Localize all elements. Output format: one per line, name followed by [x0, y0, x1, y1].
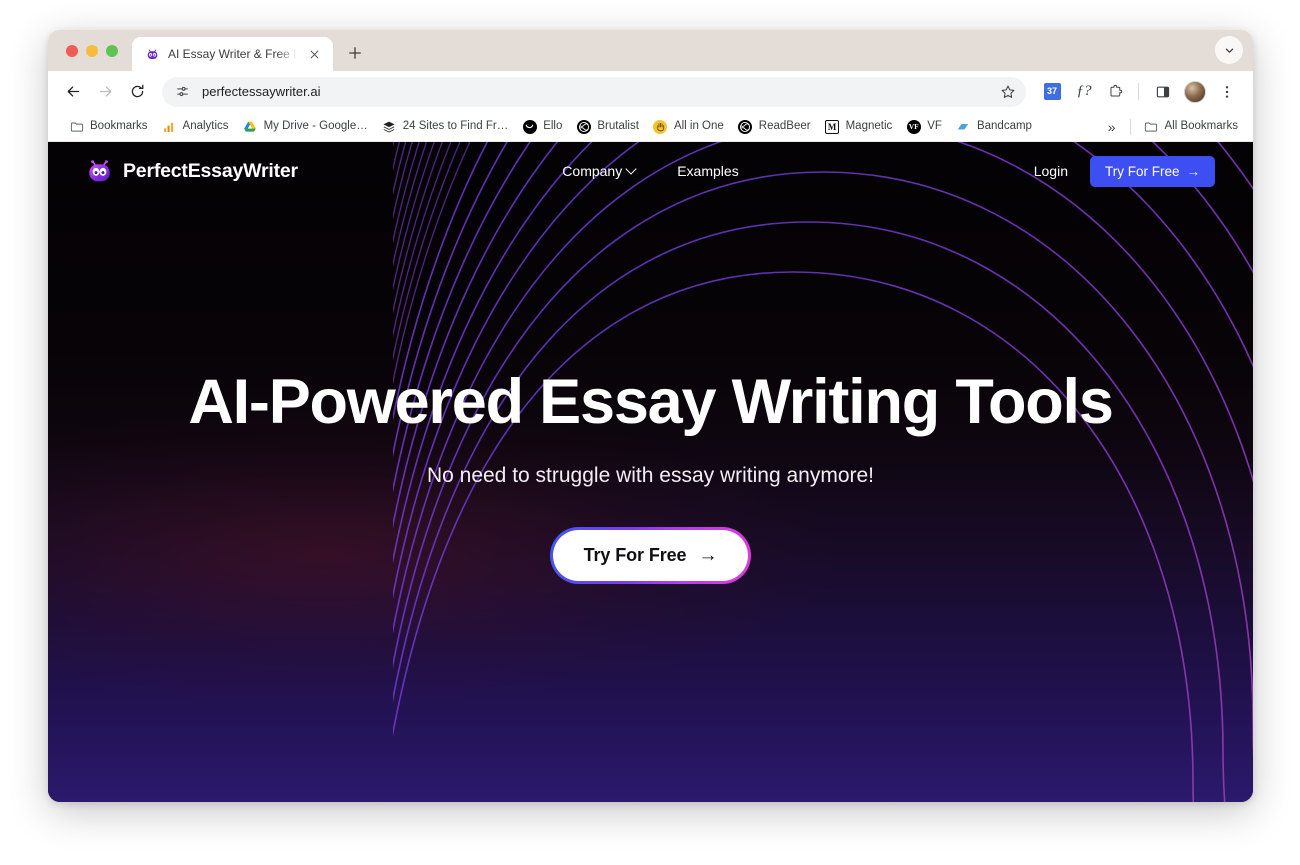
bookmark-label: VF — [927, 119, 942, 132]
bookmark-item-brutalist[interactable]: Brutalist — [569, 116, 646, 137]
close-tab-icon[interactable] — [305, 45, 323, 63]
bookmarks-divider — [1129, 118, 1131, 135]
page-viewport: PerfectEssayWriter Company Examples Logi… — [48, 142, 1253, 802]
browser-toolbar: perfectessaywriter.ai 37 ƒ? — [48, 71, 1253, 112]
chevron-down-icon[interactable] — [1215, 36, 1243, 64]
avatar[interactable] — [1181, 78, 1209, 106]
bookmark-item-readbeer[interactable]: ReadBeer — [731, 116, 818, 137]
browser-tab[interactable]: AI Essay Writer & Free Essay — [132, 37, 333, 71]
login-link[interactable]: Login — [1034, 163, 1068, 179]
all-bookmarks-button[interactable]: All Bookmarks — [1137, 116, 1246, 137]
extension-icon[interactable] — [1102, 78, 1130, 106]
drive-icon — [243, 119, 258, 134]
minimize-window-button[interactable] — [86, 44, 98, 57]
bookmark-item-24-sites[interactable]: 24 Sites to Find Fr… — [375, 116, 515, 137]
extension-badge-37-icon[interactable]: 37 — [1038, 78, 1066, 106]
hero-cta-container: Try For Free → — [48, 527, 1253, 585]
globe-icon — [738, 119, 753, 134]
header-cta-label: Try For Free — [1104, 163, 1180, 179]
reload-button[interactable] — [122, 77, 152, 107]
maximize-window-button[interactable] — [106, 44, 118, 57]
folder-icon — [69, 119, 84, 134]
bookmarks-bar: Bookmarks Analytics My Drive - Google… 2… — [48, 112, 1253, 142]
bandcamp-icon — [956, 119, 971, 134]
bookmark-label: ReadBeer — [758, 119, 811, 132]
brand-name: PerfectEssayWriter — [123, 159, 298, 182]
arrow-right-icon: → — [1186, 163, 1201, 179]
url-text[interactable]: perfectessaywriter.ai — [202, 84, 996, 99]
bookmark-star-icon[interactable] — [996, 80, 1020, 104]
nav-item-company[interactable]: Company — [562, 163, 637, 179]
hero-cta-label: Try For Free — [583, 545, 687, 566]
address-bar[interactable]: perfectessaywriter.ai — [162, 76, 1026, 107]
bookmark-item-analytics[interactable]: Analytics — [155, 116, 236, 137]
bookmark-label: Bandcamp — [976, 119, 1032, 132]
bookmark-item-my-drive[interactable]: My Drive - Google… — [236, 116, 375, 137]
hero-subtitle: No need to struggle with essay writing a… — [426, 464, 875, 488]
bookmark-label: Ello — [543, 119, 563, 132]
bookmark-label: Analytics — [182, 119, 229, 132]
hero-section: AI-Powered Essay Writing Tools No need t… — [48, 200, 1253, 585]
m-icon: M — [825, 119, 840, 134]
hero-try-for-free-button[interactable]: Try For Free → — [550, 527, 751, 585]
toolbar-divider — [1138, 83, 1139, 100]
nav-item-examples[interactable]: Examples — [677, 163, 738, 179]
globe-icon — [576, 119, 591, 134]
function-query-icon[interactable]: ƒ? — [1070, 78, 1098, 106]
site-logo[interactable]: PerfectEssayWriter — [86, 158, 298, 185]
bookmark-label: Bookmarks — [90, 119, 148, 132]
bookmark-item-bandcamp[interactable]: Bandcamp — [949, 116, 1039, 137]
all-bookmarks-label: All Bookmarks — [1164, 119, 1239, 132]
site-header: PerfectEssayWriter Company Examples Logi… — [48, 142, 1253, 200]
bookmarks-overflow-button[interactable]: » — [1100, 117, 1124, 137]
nav-item-label: Company — [562, 163, 623, 179]
vf-icon: VF — [906, 119, 921, 134]
ello-icon — [522, 119, 537, 134]
tab-title: AI Essay Writer & Free Essay — [168, 47, 297, 61]
header-actions: Login Try For Free → — [1034, 155, 1215, 187]
hand-icon — [653, 119, 668, 134]
window-traffic-lights — [62, 30, 128, 71]
bookmark-label: 24 Sites to Find Fr… — [402, 119, 509, 132]
bookmark-label: All in One — [673, 119, 724, 132]
bookmark-label: Brutalist — [597, 119, 639, 132]
bookmark-item-ello[interactable]: Ello — [515, 116, 569, 137]
back-button[interactable] — [58, 77, 88, 107]
close-window-button[interactable] — [66, 44, 78, 57]
function-query-label: ƒ? — [1076, 83, 1092, 99]
bookmark-label: My Drive - Google… — [263, 119, 368, 132]
folder-icon — [1144, 119, 1159, 134]
browser-window: AI Essay Writer & Free Essay — [48, 30, 1253, 802]
arrow-right-icon: → — [698, 545, 718, 567]
forward-button[interactable] — [90, 77, 120, 107]
bookmark-item-bookmarks[interactable]: Bookmarks — [62, 116, 155, 137]
bookmark-item-all-in-one[interactable]: All in One — [646, 116, 731, 137]
bookmark-item-magnetic[interactable]: M Magnetic — [818, 116, 900, 137]
bars-icon — [162, 119, 177, 134]
page-title: AI-Powered Essay Writing Tools — [188, 367, 1114, 437]
side-panel-icon[interactable] — [1149, 78, 1177, 106]
new-tab-button[interactable] — [341, 39, 369, 67]
bookmark-label: Magnetic — [845, 119, 893, 132]
tab-strip: AI Essay Writer & Free Essay — [48, 30, 1253, 71]
extension-badge-count: 37 — [1043, 83, 1061, 100]
header-try-for-free-button[interactable]: Try For Free → — [1089, 155, 1215, 187]
robot-icon — [144, 46, 160, 62]
bookmark-item-vf[interactable]: VF VF — [899, 116, 949, 137]
layers-icon — [382, 119, 397, 134]
nav-item-label: Examples — [677, 163, 739, 179]
chevron-down-icon — [625, 163, 637, 175]
robot-logo-icon — [86, 158, 113, 185]
profile-avatar-image — [1184, 80, 1206, 103]
browser-menu-icon[interactable] — [1213, 78, 1241, 106]
tune-icon[interactable] — [172, 82, 192, 102]
